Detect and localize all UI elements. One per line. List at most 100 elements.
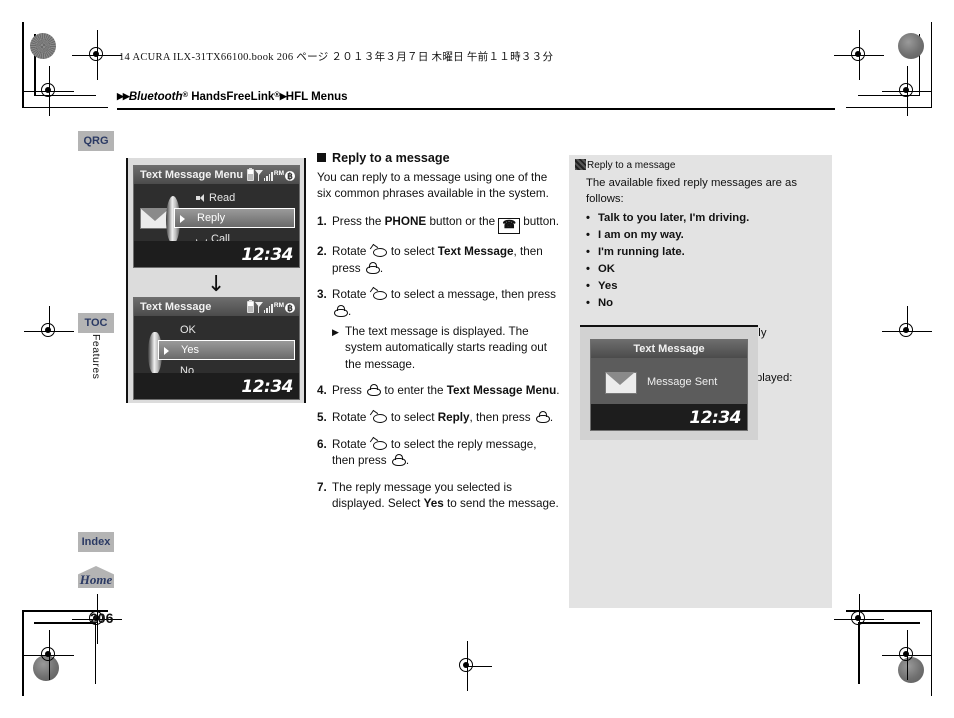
- step-number: 6.: [317, 437, 327, 451]
- sidebar-tab-toc-label: TOC: [84, 317, 108, 329]
- reply-message-item: No: [586, 295, 822, 312]
- flow-arrow-down-icon: ↓: [207, 272, 226, 297]
- press-knob-icon: [333, 304, 348, 317]
- emphasis-text: Text Message Menu: [446, 384, 557, 398]
- plain-text: Rotate: [332, 410, 370, 424]
- plain-text: Rotate: [332, 288, 370, 302]
- step-number: 7.: [317, 480, 327, 494]
- emphasis-text: PHONE: [384, 215, 427, 229]
- step-text: Press the PHONE button or the ☎ button.: [332, 214, 560, 235]
- plain-text: Press the: [332, 215, 385, 229]
- lcd2-status-icons: RM ฿: [246, 300, 295, 313]
- registration-mark-bottom-right-inner: [834, 594, 884, 644]
- side-note-title: Reply to a message: [575, 159, 675, 171]
- step-item: 1. Press the PHONE button or the ☎ button…: [317, 214, 560, 235]
- breadcrumb: ▶▶Bluetooth® HandsFreeLink®▶HFL Menus: [117, 90, 348, 103]
- breadcrumb-segment-bluetooth[interactable]: Bluetooth: [129, 91, 183, 103]
- registration-mark-top-left-outer: [72, 30, 122, 80]
- print-density-dot-top-left: [30, 33, 56, 59]
- plain-text: .: [556, 384, 560, 398]
- plain-text: Press: [332, 384, 366, 398]
- step-text: Rotate to select Reply, then press .: [332, 410, 560, 427]
- step-item: 3. Rotate to select a message, then press…: [317, 287, 560, 373]
- lcd2-footer: 12:34: [134, 373, 299, 399]
- registered-mark-1: ®: [182, 90, 189, 99]
- reply-message-item: Yes: [586, 278, 822, 295]
- sidebar-tab-qrg[interactable]: QRG: [78, 131, 114, 151]
- lcd1-status-icons: RM ฿: [246, 168, 295, 181]
- lcd1-footer: 12:34: [134, 241, 299, 267]
- sidebar-tab-toc[interactable]: TOC: [78, 313, 114, 333]
- lcd3-body: Message Sent: [591, 358, 747, 404]
- registration-mark-top-right-inner: [882, 66, 932, 116]
- bookmark-reference-icon: [575, 159, 586, 170]
- breadcrumb-segment-handsfreelink[interactable]: HandsFreeLink: [191, 91, 274, 103]
- sidebar-tab-index[interactable]: Index: [78, 532, 114, 552]
- lcd2-item-yes[interactable]: Yes: [158, 340, 295, 360]
- lcd-screen-text-message-menu: Text Message Menu RM ฿ Read Reply Call 1…: [133, 165, 300, 268]
- emphasis-text: Yes: [423, 497, 444, 511]
- lcd3-title: Text Message: [633, 343, 705, 355]
- step-item: 4. Press to enter the Text Message Menu.: [317, 383, 560, 400]
- sidebar-tab-home[interactable]: Home: [78, 566, 114, 588]
- lcd1-body: Read Reply Call: [134, 184, 299, 247]
- registration-mark-top-right-outer: [834, 30, 884, 80]
- lcd2-item-ok[interactable]: OK: [158, 320, 295, 340]
- lcd2-item-ok-label: OK: [180, 324, 196, 336]
- pickup-phone-button-icon[interactable]: ☎: [498, 218, 521, 235]
- plain-text: button.: [520, 215, 560, 229]
- main-content-column: Reply to a message You can reply to a me…: [317, 150, 560, 523]
- breadcrumb-segment-hfl-menus[interactable]: HFL Menus: [286, 91, 348, 103]
- sidebar-tab-home-label: Home: [79, 572, 113, 587]
- plain-text: .: [549, 410, 554, 424]
- speaker-icon: [196, 194, 205, 202]
- lcd2-title-bar: Text Message RM ฿: [134, 298, 299, 316]
- signal-bars-icon: [263, 302, 273, 313]
- side-note-title-text: Reply to a message: [587, 160, 676, 171]
- lcd1-item-reply[interactable]: Reply: [174, 208, 295, 228]
- lcd3-clock: 12:34: [689, 408, 741, 428]
- lcd3-footer: 12:34: [591, 404, 747, 430]
- plain-text: to select: [387, 410, 438, 424]
- reply-message-item: I am on my way.: [586, 227, 822, 244]
- reply-message-item: Talk to you later, I'm driving.: [586, 210, 822, 227]
- plain-text: to select a message, then press: [387, 288, 556, 302]
- plain-text: Rotate: [332, 245, 370, 259]
- side-note-intro: The available fixed reply messages are a…: [586, 177, 797, 206]
- emphasis-text: Text Message: [437, 245, 514, 259]
- step-text: Rotate to select a message, then press .…: [332, 287, 560, 373]
- step-number: 3.: [317, 288, 327, 302]
- header-divider: [117, 108, 835, 110]
- plain-text: .: [348, 304, 352, 318]
- press-knob-icon: [535, 410, 550, 423]
- lcd1-item-read[interactable]: Read: [174, 188, 295, 208]
- lcd-screen-text-message-reply: Text Message RM ฿ OK Yes No 12:34: [133, 297, 300, 400]
- press-knob-icon: [391, 454, 406, 467]
- selection-caret-icon: [164, 347, 169, 355]
- emphasis-text: Reply: [437, 410, 470, 424]
- section-heading: Reply to a message: [317, 150, 560, 168]
- side-figure-frame: Text Message Message Sent 12:34: [580, 325, 758, 440]
- lcd2-title: Text Message: [140, 301, 212, 313]
- step-text: The reply message you selected is displa…: [332, 480, 560, 513]
- step-item: 7. The reply message you selected is disp…: [317, 480, 560, 513]
- press-knob-icon: [365, 261, 380, 274]
- rotary-dial-icon: [371, 245, 387, 258]
- step-item: 5. Rotate to select Reply, then press .: [317, 410, 560, 427]
- step-item: 6. Rotate to select the reply message, th…: [317, 437, 560, 470]
- registration-mark-right-middle: [882, 306, 932, 344]
- reply-message-item: I'm running late.: [586, 244, 822, 261]
- battery-icon: [246, 300, 254, 313]
- lcd2-body: OK Yes No: [134, 316, 299, 377]
- reply-message-item: OK: [586, 261, 822, 278]
- step-item: 2. Rotate to select Text Message, then pr…: [317, 244, 560, 277]
- reply-message-list: Talk to you later, I'm driving.I am on m…: [586, 210, 822, 312]
- signal-bars-icon: [263, 170, 273, 181]
- step-number: 1.: [317, 215, 327, 229]
- breadcrumb-arrow-icon-1: ▶▶: [117, 91, 130, 101]
- bluetooth-icon: ฿: [285, 171, 295, 181]
- sidebar-tab-features[interactable]: Features: [90, 334, 102, 379]
- rotary-dial-icon: [371, 288, 387, 301]
- step-number: 2.: [317, 245, 327, 259]
- side-note-panel: Reply to a message The available fixed r…: [569, 155, 832, 608]
